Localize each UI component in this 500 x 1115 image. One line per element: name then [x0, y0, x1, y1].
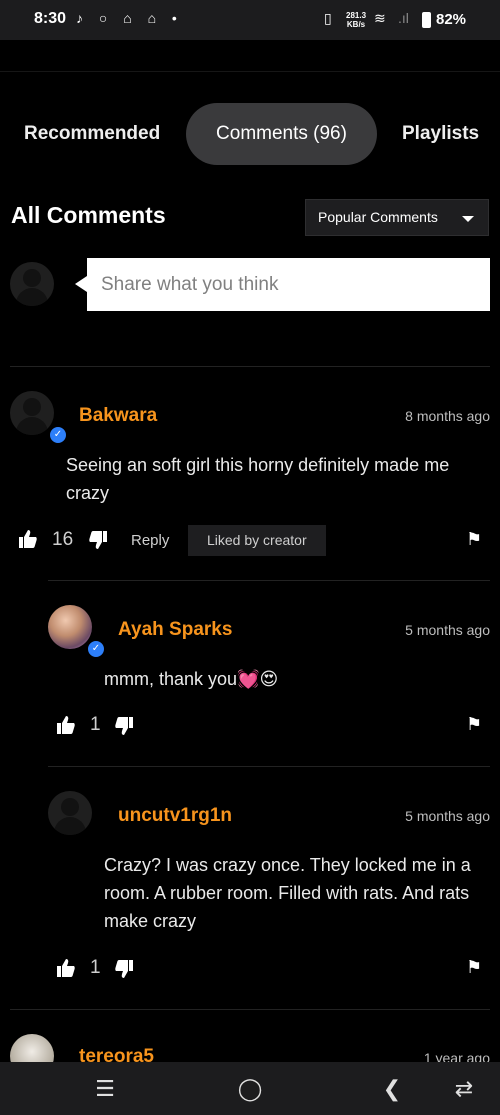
divider	[48, 766, 490, 767]
reply-button[interactable]: Reply	[131, 532, 169, 549]
rotate-icon[interactable]: ⇄	[434, 1062, 494, 1115]
tab-playlists[interactable]: Playlists	[402, 103, 479, 165]
comment-time: 8 months ago	[405, 408, 490, 424]
divider	[48, 580, 490, 581]
tab-comments[interactable]: Comments (96)	[186, 103, 377, 165]
sort-dropdown[interactable]: Popular Comments	[305, 199, 489, 236]
network-speed: 281.3 KB/s	[346, 11, 367, 29]
current-user-avatar	[10, 262, 54, 306]
thumbs-down-icon[interactable]	[114, 716, 134, 741]
vibrate-icon: ▯	[324, 10, 332, 26]
top-divider	[0, 71, 500, 72]
caret-down-icon	[462, 216, 474, 222]
notification-icons: ♪ ○ ⌂ ⌂ •	[76, 10, 183, 26]
thumbs-down-icon[interactable]	[88, 530, 108, 555]
divider	[10, 1009, 490, 1010]
thumbs-down-icon[interactable]	[114, 959, 134, 984]
verified-badge-icon: ✓	[86, 639, 106, 659]
comment-author[interactable]: Ayah Sparks	[118, 619, 232, 641]
recent-apps-icon[interactable]: ☰	[75, 1062, 135, 1115]
thumbs-up-icon[interactable]	[18, 529, 38, 554]
avatar[interactable]	[48, 605, 92, 649]
comment-text: mmm, thank you💓😍	[104, 669, 279, 689]
section-title: All Comments	[11, 202, 166, 228]
like-count: 16	[52, 529, 74, 550]
verified-badge-icon: ✓	[48, 425, 68, 445]
thumbs-up-icon[interactable]	[56, 715, 76, 740]
comment-author[interactable]: Bakwara	[79, 405, 157, 427]
tab-recommended[interactable]: Recommended	[24, 103, 160, 165]
divider	[10, 366, 490, 367]
comment-author[interactable]: uncutv1rg1n	[118, 805, 232, 827]
status-bar: 8:30 ♪ ○ ⌂ ⌂ • ▯ 281.3 KB/s ≋ .ıl 82%	[0, 0, 500, 40]
comment-input[interactable]	[87, 258, 490, 311]
back-icon[interactable]: ❮	[362, 1062, 422, 1115]
home-icon[interactable]: ◯	[220, 1062, 280, 1115]
system-nav-bar: ☰ ◯ ❮ ⇄	[0, 1062, 500, 1115]
like-count: 1	[90, 714, 101, 735]
battery-icon	[422, 12, 431, 28]
status-time: 8:30	[34, 10, 67, 27]
sort-selected-label: Popular Comments	[318, 209, 438, 225]
avatar[interactable]	[10, 391, 54, 435]
comment-time: 5 months ago	[405, 622, 490, 638]
thumbs-up-icon[interactable]	[56, 958, 76, 983]
liked-by-creator-badge: Liked by creator	[188, 525, 326, 556]
signal-icon: .ıl	[398, 10, 409, 26]
comment-text: Seeing an soft girl this horny definitel…	[66, 455, 450, 503]
composer-pointer	[75, 276, 87, 292]
comment-time: 5 months ago	[405, 808, 490, 824]
comment-text: Crazy? I was crazy once. They locked me …	[104, 855, 471, 931]
flag-icon[interactable]: ⚑	[466, 714, 482, 735]
wifi-icon: ≋	[374, 10, 386, 26]
comment-composer[interactable]	[87, 258, 490, 311]
battery-level: 82%	[436, 11, 467, 28]
flag-icon[interactable]: ⚑	[466, 529, 482, 550]
flag-icon[interactable]: ⚑	[466, 957, 482, 978]
avatar[interactable]	[48, 791, 92, 835]
like-count: 1	[90, 957, 101, 978]
